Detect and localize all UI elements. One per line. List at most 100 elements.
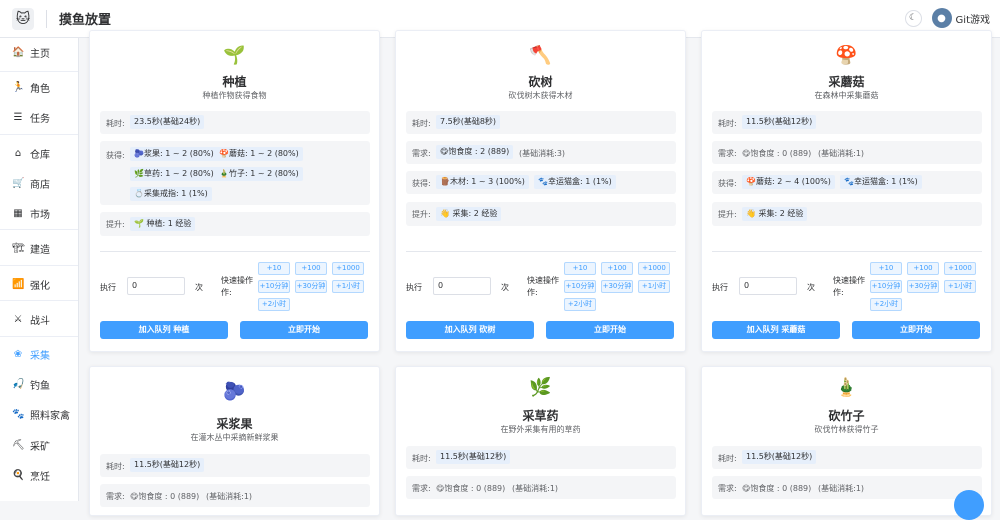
boost-value: 👋 采集: 2 经验 (436, 207, 502, 221)
need-value: 😋饱食度 : 0 (889) (742, 484, 812, 493)
boost-row: 提升: 👋 采集: 2 经验 (406, 202, 676, 226)
gather-card-bamboo: 🎍 砍竹子 砍伐竹林获得竹子 耗时: 11.5秒(基础12秒) 需求: 😋饱食度… (701, 366, 992, 516)
gather-card-planting: 🌱 种植 种植作物获得食物 耗时: 23.5秒(基础24秒) 获得: 🫐浆果: … (89, 30, 380, 352)
add-queue-button[interactable]: 加入队列 种植 (100, 321, 228, 339)
sidebar-item-market[interactable]: ▦ 市场 (0, 201, 78, 225)
card-desc: 在森林中采集蘑菇 (814, 91, 879, 100)
sidebar-item-cooking[interactable]: 🍳 烹饪 (0, 463, 78, 487)
time-label: 耗时: (718, 119, 737, 128)
quick-add-100-button[interactable]: +100 (601, 262, 633, 275)
floating-action-button[interactable] (954, 490, 984, 520)
paw-icon: 🐾 (12, 408, 25, 420)
list-icon: ☰ (13, 111, 23, 123)
time-value: 11.5秒(基础12秒) (130, 458, 205, 472)
exec-count-input[interactable]: 0 (127, 277, 185, 295)
start-now-button[interactable]: 立即开始 (546, 321, 674, 339)
need-row: 需求: 😋饱食度 : 2 (889) (基础消耗:3) (406, 141, 676, 164)
sidebar: 🏠 主页 🏃 角色 ☰ 任务 ⌂ 仓库 🛒 商店 ▦ 市场 🏗 建造 📶 强化 ⚔ 战斗 ❀ 采集 … (0, 38, 79, 501)
exec-count-input[interactable]: 0 (739, 277, 797, 295)
card-title: 砍竹子 (828, 409, 865, 423)
quick-label-cont: 作: (833, 288, 844, 297)
quick-add-30min-button[interactable]: +30分钟 (907, 280, 939, 293)
bamboo-icon: 🎍 (835, 377, 858, 398)
sidebar-item-fishing[interactable]: 🎣 钓鱼 (0, 372, 78, 396)
time-row: 耗时: 11.5秒(基础12秒) (406, 446, 676, 469)
card-title: 采草药 (522, 409, 559, 423)
quick-add-10min-button[interactable]: +10分钟 (564, 280, 596, 293)
time-row: 耗时: 11.5秒(基础12秒) (712, 446, 982, 469)
sidebar-item-tasks[interactable]: ☰ 任务 (0, 105, 78, 129)
quick-label: 快速操作 (527, 276, 559, 285)
berry-icon: 🫐 (223, 381, 246, 402)
card-desc: 砍伐竹林获得竹子 (814, 425, 879, 434)
quick-add-1000-button[interactable]: +1000 (944, 262, 976, 275)
sidebar-item-gather[interactable]: ❀ 采集 (0, 342, 78, 366)
avatar[interactable]: ● (931, 8, 952, 28)
quick-add-100-button[interactable]: +100 (907, 262, 939, 275)
divider (100, 251, 370, 252)
gain-item: 🫐浆果: 1 ~ 2 (80%) (130, 147, 218, 161)
gain-row: 获得: 🪵木材: 1 ~ 3 (100%) 🐾幸运猫盒: 1 (1%) (406, 171, 676, 194)
gain-item: 🐾幸运猫盒: 1 (1%) (534, 175, 616, 189)
quick-label: 快速操作 (833, 276, 865, 285)
home-icon: 🏠 (12, 46, 25, 58)
quick-add-2h-button[interactable]: +2小时 (870, 298, 902, 311)
sidebar-item-enhance[interactable]: 📶 强化 (0, 272, 78, 296)
need-label: 需求: (412, 484, 431, 493)
time-value: 23.5秒(基础24秒) (130, 115, 205, 129)
quick-add-30min-button[interactable]: +30分钟 (295, 280, 327, 293)
quick-add-100-button[interactable]: +100 (295, 262, 327, 275)
quick-add-10min-button[interactable]: +10分钟 (870, 280, 902, 293)
sidebar-item-build[interactable]: 🏗 建造 (0, 236, 78, 260)
boost-label: 提升: (106, 220, 125, 229)
sidebar-item-battle[interactable]: ⚔ 战斗 (0, 307, 78, 331)
gain-item: 🌿草药: 1 ~ 2 (80%) (130, 167, 218, 181)
quick-add-2h-button[interactable]: +2小时 (258, 298, 290, 311)
quick-add-1h-button[interactable]: +1小时 (332, 280, 364, 293)
sidebar-item-shop[interactable]: 🛒 商店 (0, 171, 78, 195)
need-base: (基础消耗:3) (519, 149, 566, 158)
sidebar-item-warehouse[interactable]: ⌂ 仓库 (0, 141, 78, 165)
sidebar-item-label: 角色 (30, 83, 50, 95)
boost-label: 提升: (412, 210, 431, 219)
gain-item: 🍄蘑菇: 2 ~ 4 (100%) (742, 175, 835, 189)
user-name[interactable]: Git游戏 (956, 11, 990, 26)
cooking-icon: 🍳 (12, 469, 25, 481)
time-label: 耗时: (106, 462, 125, 471)
sidebar-item-label: 采矿 (30, 441, 50, 453)
quick-add-30min-button[interactable]: +30分钟 (601, 280, 633, 293)
add-queue-button[interactable]: 加入队列 砍树 (406, 321, 534, 339)
sidebar-item-poultry[interactable]: 🐾 照料家禽 (0, 402, 78, 426)
start-now-button[interactable]: 立即开始 (852, 321, 980, 339)
swords-icon: ⚔ (13, 313, 23, 325)
quick-add-1000-button[interactable]: +1000 (638, 262, 670, 275)
quick-add-1h-button[interactable]: +1小时 (944, 280, 976, 293)
sidebar-item-character[interactable]: 🏃 角色 (0, 75, 78, 99)
need-row: 需求: 😋饱食度 : 0 (889) (基础消耗:1) (406, 476, 676, 499)
need-label: 需求: (412, 149, 431, 158)
exec-count-input[interactable]: 0 (433, 277, 491, 295)
need-value: 😋饱食度 : 0 (889) (436, 484, 506, 493)
time-label: 耗时: (412, 119, 431, 128)
time-value: 11.5秒(基础12秒) (742, 450, 817, 464)
add-queue-button[interactable]: 加入队列 采蘑菇 (712, 321, 840, 339)
start-now-button[interactable]: 立即开始 (240, 321, 368, 339)
times-unit: 次 (807, 283, 815, 292)
sidebar-item-mining[interactable]: ⛏ 采矿 (0, 433, 78, 457)
time-value: 7.5秒(基础8秒) (436, 115, 501, 129)
quick-add-1000-button[interactable]: +1000 (332, 262, 364, 275)
moon-icon[interactable]: ☾ (904, 9, 922, 27)
gain-row: 获得: 🫐浆果: 1 ~ 2 (80%) 🍄蘑菇: 1 ~ 2 (80%) 🌿草… (100, 141, 370, 205)
quick-add-10min-button[interactable]: +10分钟 (258, 280, 290, 293)
quick-add-1h-button[interactable]: +1小时 (638, 280, 670, 293)
need-label: 需求: (106, 492, 125, 501)
market-icon: ▦ (13, 207, 23, 219)
quick-add-2h-button[interactable]: +2小时 (564, 298, 596, 311)
time-label: 耗时: (412, 454, 431, 463)
exec-label: 执行 (100, 283, 116, 292)
quick-add-10-button[interactable]: +10 (258, 262, 290, 275)
quick-add-10-button[interactable]: +10 (564, 262, 596, 275)
card-desc: 砍伐树木获得木材 (508, 91, 573, 100)
quick-add-10-button[interactable]: +10 (870, 262, 902, 275)
sidebar-item-home[interactable]: 🏠 主页 (0, 40, 78, 64)
